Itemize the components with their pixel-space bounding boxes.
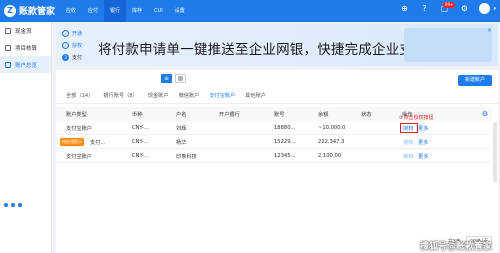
more-button[interactable]: 更多 <box>418 153 428 160</box>
cell-type: 支付宝账户 <box>66 126 92 132</box>
cell-currency: CNY-... <box>132 139 149 145</box>
table-row[interactable]: 待处理提示 支付... CNY-... 杨华 15229... 222,347.… <box>56 135 492 149</box>
watermark: 搜狐号@账款管家 <box>419 242 492 252</box>
step-pay: 3 支付 <box>62 51 82 63</box>
nav-item-inventory[interactable]: 库存 <box>126 0 148 22</box>
logo-mark: Z <box>4 4 16 17</box>
sidebar: 现金流 项目核算 账户总览 <box>0 22 52 253</box>
column-header: 状态 <box>361 112 372 118</box>
app-logo[interactable]: Z 账款管家 <box>4 4 55 17</box>
sidebar-item-cashflow[interactable]: 现金流 <box>0 22 51 39</box>
cell-currency: CNY-... <box>132 153 149 159</box>
nav-item-payable[interactable]: 应付 <box>82 0 104 22</box>
chevron-down-icon: ▾ <box>493 5 496 12</box>
annotation-callout: ①点击授权按钮 <box>399 115 434 121</box>
cell-name: 杨华 <box>176 140 187 146</box>
top-actions: ⊕ ? ▢ 99+ ⚙ ▾ <box>399 1 496 14</box>
cell-type: 支付... <box>90 140 106 146</box>
step-label: 开通 <box>72 30 83 37</box>
grid-view-icon[interactable]: ▦ <box>175 74 186 83</box>
sidebar-item-project[interactable]: 项目核算 <box>0 39 51 56</box>
cell-account: 15229... <box>274 139 296 145</box>
sidebar-item-label: 现金流 <box>15 28 32 35</box>
check-icon: ✓ <box>62 29 69 37</box>
top-bar: Z 账款管家 应收 应付 银行 库存 CUI 设置 ⊕ ? ▢ 99+ ⚙ ▾ <box>0 0 500 22</box>
column-header: 户名 <box>176 112 187 118</box>
column-header: 币种 <box>132 112 143 118</box>
add-icon[interactable]: ⊕ <box>399 4 409 14</box>
sidebar-item-label: 账户总览 <box>15 62 38 69</box>
nav-item-receivable[interactable]: 应收 <box>60 0 82 22</box>
sidebar-item-accounts[interactable]: 账户总览 <box>0 56 51 73</box>
mic-icon[interactable] <box>11 203 15 207</box>
accounts-panel: ≡ ▦ 新建账户 全部（14） 银行账号（8） 现金账户 微信账户 支付宝账户 … <box>56 70 498 253</box>
cell-balance: 222,347.3 <box>318 139 345 145</box>
authorize-button[interactable]: 授权 <box>403 153 413 160</box>
column-header: 账户类型 <box>66 112 87 118</box>
nav-item-cui[interactable]: CUI <box>148 0 169 22</box>
banner-title: 将付款申请单一键推送至企业网银，快捷完成企业支付 <box>98 42 427 58</box>
sidebar-footer-icons <box>4 203 22 207</box>
column-header: 账号 <box>274 112 285 118</box>
cell-account: 12345... <box>274 153 296 159</box>
new-account-button[interactable]: 新建账户 <box>457 75 492 86</box>
check-icon: ✓ <box>62 41 69 49</box>
vertical-scrollbar[interactable] <box>493 122 497 182</box>
list-view-icon[interactable]: ≡ <box>161 74 172 83</box>
table-row[interactable]: 支付宝账户 CNY-... 印象科技 12345... 2,100,00 授权 … <box>56 149 492 163</box>
avatar <box>479 3 491 14</box>
main-nav: 应收 应付 银行 库存 CUI 设置 <box>60 0 191 22</box>
bell-icon[interactable]: ▢ 99+ <box>439 1 456 14</box>
step-number-icon: 3 <box>62 53 69 61</box>
app-name: 账款管家 <box>19 7 56 17</box>
cell-name: 刘辉 <box>176 126 187 132</box>
cell-balance: ~10,000.0 <box>318 125 346 131</box>
nav-item-bank[interactable]: 银行 <box>104 0 127 22</box>
gear-icon[interactable]: ⚙ <box>459 4 469 14</box>
promo-banner: ✓ 开通 ✓ 授权 3 支付 将付款申请单一键推送至企业网银，快捷完成企业支付 … <box>56 24 498 66</box>
step-label: 支付 <box>72 54 83 61</box>
more-button[interactable]: 更多 <box>418 125 428 132</box>
authorize-button[interactable]: 授权 <box>403 139 413 146</box>
cell-account: 18880... <box>274 125 296 131</box>
annotation-highlight-box <box>400 123 418 133</box>
gear-icon[interactable]: ⚙ <box>482 110 488 118</box>
cell-name: 印象科技 <box>176 154 197 160</box>
table-row[interactable]: 支付宝账户 CNY-... 刘辉 18880... ~10,000.0 授权 更… <box>56 121 492 135</box>
banner-illustration <box>404 28 492 62</box>
keyboard-icon[interactable] <box>18 203 22 207</box>
cashflow-icon <box>5 27 11 34</box>
close-icon[interactable]: × <box>487 27 492 34</box>
step-authorize: ✓ 授权 <box>62 39 82 51</box>
project-icon <box>5 44 11 51</box>
status-badge: 待处理提示 <box>60 138 84 146</box>
divider <box>56 103 498 104</box>
sidebar-item-label: 项目核算 <box>15 45 38 52</box>
chat-icon[interactable] <box>4 203 8 207</box>
nav-item-settings[interactable]: 设置 <box>169 0 191 22</box>
more-button[interactable]: 更多 <box>418 139 428 146</box>
column-header: 开户银行 <box>219 112 240 118</box>
user-menu[interactable]: ▾ <box>479 3 496 14</box>
notification-badge: 99+ <box>443 1 456 8</box>
cell-currency: CNY-... <box>132 125 149 131</box>
step-open: ✓ 开通 <box>62 27 82 39</box>
steps: ✓ 开通 ✓ 授权 3 支付 <box>62 27 82 63</box>
help-icon[interactable]: ? <box>419 4 429 14</box>
cell-balance: 2,100,00 <box>318 153 342 159</box>
cell-type: 支付宝账户 <box>66 154 92 160</box>
view-toggle: ≡ ▦ <box>161 74 186 83</box>
step-label: 授权 <box>72 42 83 49</box>
accounts-icon <box>5 61 11 68</box>
column-header: 余额 <box>318 112 329 118</box>
